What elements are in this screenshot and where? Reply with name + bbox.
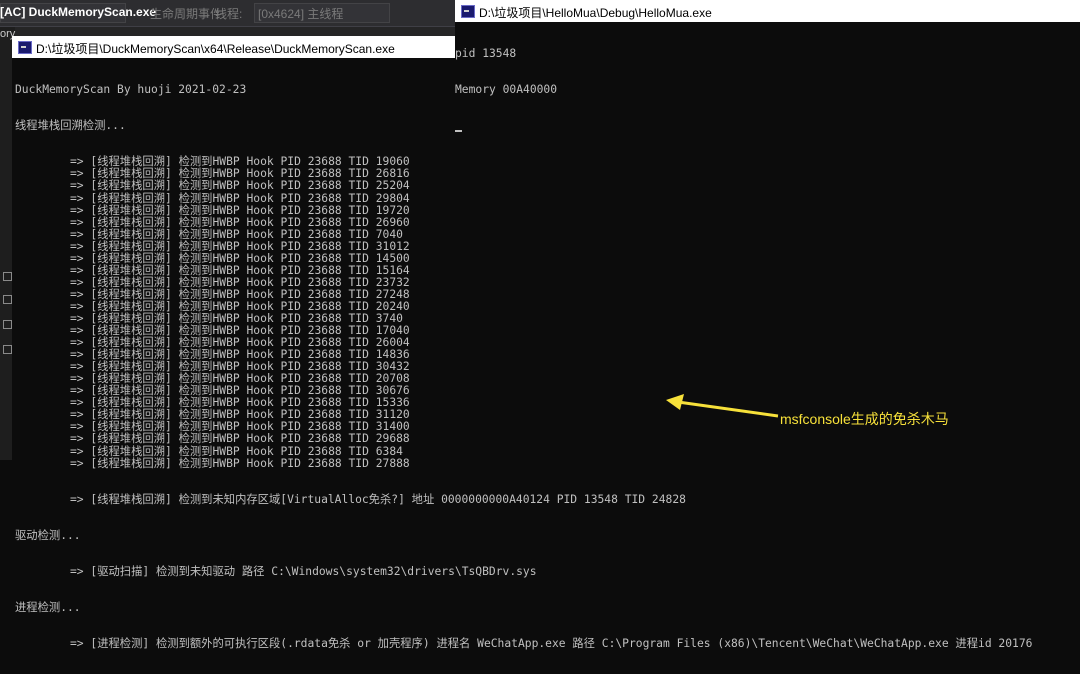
lifecycle-events-button[interactable]: 生命周期事件 bbox=[150, 5, 222, 22]
collapse-marker[interactable] bbox=[3, 295, 12, 304]
stack-line-prefix: => [线程堆栈回溯] 检测到HWBP Hook PID 23688 TID bbox=[70, 239, 376, 253]
thread-id: 27248 bbox=[375, 287, 410, 301]
console-icon bbox=[461, 5, 475, 18]
annotation-arrow-icon bbox=[666, 394, 779, 418]
unknown-region-line: => [线程堆栈回溯] 检测到未知内存区域[VirtualAlloc免杀?] 地… bbox=[70, 492, 686, 506]
thread-id: 31012 bbox=[375, 239, 410, 253]
thread-id: 14500 bbox=[375, 251, 410, 265]
process-selector-label: [AC] DuckMemoryScan.exe bbox=[0, 5, 157, 19]
stack-line-prefix: => [线程堆栈回溯] 检测到HWBP Hook PID 23688 TID bbox=[70, 227, 376, 241]
thread-id: 27888 bbox=[375, 456, 410, 470]
console-line: Memory 00A40000 bbox=[455, 83, 558, 96]
process-check-label: 进程检测... bbox=[15, 601, 81, 615]
stack-line-prefix: => [线程堆栈回溯] 检测到HWBP Hook PID 23688 TID bbox=[70, 456, 376, 470]
collapse-marker[interactable] bbox=[3, 272, 12, 281]
driver-scan-line: => [驱动扫描] 检测到未知驱动 路径 C:\Windows\system32… bbox=[70, 564, 537, 578]
stack-line-prefix: => [线程堆栈回溯] 检测到HWBP Hook PID 23688 TID bbox=[70, 287, 376, 301]
thread-id: 19720 bbox=[375, 203, 410, 217]
thread-id: 20240 bbox=[375, 299, 410, 313]
console-line: => [驱动扫描] 检测到未知驱动 路径 C:\Windows\system32… bbox=[15, 564, 1032, 578]
thread-selector-value: [0x4624] 主线程 bbox=[258, 7, 344, 21]
stack-line-prefix: => [线程堆栈回溯] 检测到HWBP Hook PID 23688 TID bbox=[70, 251, 376, 265]
process-check-line: => [进程检测] 检测到额外的可执行区段(.rdata免杀 or 加壳程序) … bbox=[70, 637, 1033, 651]
stack-line-prefix: => [线程堆栈回溯] 检测到HWBP Hook PID 23688 TID bbox=[70, 432, 376, 446]
collapse-marker[interactable] bbox=[3, 345, 12, 354]
console-line: => [进程检测] 检测到额外的可执行区段(.rdata免杀 or 加壳程序) … bbox=[15, 638, 1032, 650]
driver-check-label: 驱动检测... bbox=[15, 528, 81, 542]
stack-line-prefix: => [线程堆栈回溯] 检测到HWBP Hook PID 23688 TID bbox=[70, 203, 376, 217]
thread-id: 29688 bbox=[375, 432, 410, 446]
stack-line-prefix: => [线程堆栈回溯] 检测到HWBP Hook PID 23688 TID bbox=[70, 444, 376, 458]
stack-line-prefix: => [线程堆栈回溯] 检测到HWBP Hook PID 23688 TID bbox=[70, 299, 376, 313]
stack-trace-line: => [线程堆栈回溯] 检测到HWBP Hook PID 23688 TID 2… bbox=[15, 456, 1032, 470]
annotation-label: msfconsole生成的免杀木马 bbox=[780, 411, 949, 427]
console-title-bar[interactable]: D:\垃圾项目\HelloMua\Debug\HelloMua.exe bbox=[455, 0, 1080, 22]
console-output: pid 13548 Memory 00A40000 bbox=[455, 24, 557, 156]
hellomua-console[interactable]: D:\垃圾项目\HelloMua\Debug\HelloMua.exe pid … bbox=[455, 0, 1080, 390]
console-title: D:\垃圾项目\DuckMemoryScan\x64\Release\DuckM… bbox=[36, 42, 395, 56]
text-cursor bbox=[455, 130, 462, 132]
console-line: => [线程堆栈回溯] 检测到未知内存区域[VirtualAlloc免杀?] 地… bbox=[15, 492, 1032, 506]
thread-id: 15164 bbox=[375, 263, 410, 277]
stack-line-prefix: => [线程堆栈回溯] 检测到HWBP Hook PID 23688 TID bbox=[70, 179, 376, 193]
console-icon bbox=[18, 41, 32, 54]
stack-line-prefix: => [线程堆栈回溯] 检测到HWBP Hook PID 23688 TID bbox=[70, 215, 376, 229]
console-title: D:\垃圾项目\HelloMua\Debug\HelloMua.exe bbox=[479, 6, 712, 20]
console-title-bar[interactable]: D:\垃圾项目\DuckMemoryScan\x64\Release\DuckM… bbox=[12, 36, 458, 58]
thread-label: 线程: bbox=[215, 7, 243, 21]
console-line: pid 13548 bbox=[455, 47, 517, 60]
thread-id: 6384 bbox=[375, 444, 403, 458]
thread-id: 26960 bbox=[375, 215, 410, 229]
stack-line-prefix: => [线程堆栈回溯] 检测到HWBP Hook PID 23688 TID bbox=[70, 191, 376, 205]
thread-id: 29804 bbox=[375, 191, 410, 205]
thread-id: 25204 bbox=[375, 179, 410, 193]
thread-id: 23732 bbox=[375, 275, 410, 289]
thread-id: 7040 bbox=[375, 227, 403, 241]
stack-line-prefix: => [线程堆栈回溯] 检测到HWBP Hook PID 23688 TID bbox=[70, 263, 376, 277]
collapse-marker[interactable] bbox=[3, 320, 12, 329]
console-line bbox=[455, 120, 557, 132]
stack-line-prefix: => [线程堆栈回溯] 检测到HWBP Hook PID 23688 TID bbox=[70, 275, 376, 289]
